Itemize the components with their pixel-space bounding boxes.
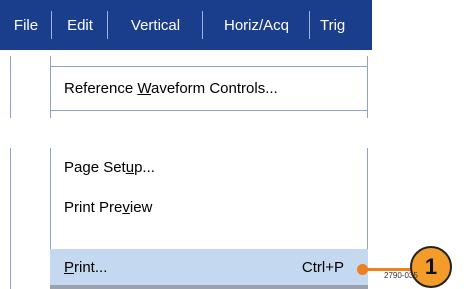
- menu-item-label: Reference Waveform Controls...: [64, 80, 278, 97]
- menu-item-label: Print...: [64, 258, 108, 276]
- menu-item-print[interactable]: Print... Ctrl+P: [50, 249, 368, 285]
- menu-item-next-partial: [50, 285, 368, 289]
- menu-file[interactable]: File: [0, 0, 52, 50]
- menu-vertical-label: Vertical: [130, 16, 181, 34]
- menu-horiz-acq-label: Horiz/Acq: [223, 16, 290, 34]
- menu-edit[interactable]: Edit: [52, 0, 108, 50]
- menu-item-label: Print Preview: [64, 198, 153, 216]
- menu-item-page-setup[interactable]: Page Setup...: [50, 148, 368, 186]
- menu-item-shortcut: Ctrl+P: [301, 258, 344, 276]
- menu-item-print-preview[interactable]: Print Preview: [50, 186, 368, 228]
- menu-item-label: Page Setup...: [64, 158, 155, 176]
- menu-horiz-acq[interactable]: Horiz/Acq: [203, 0, 310, 50]
- menu-border-left-bottom: [10, 148, 11, 289]
- callout-number-badge: 1: [410, 246, 452, 288]
- menu-trig[interactable]: Trig: [310, 0, 372, 50]
- menu-trig-label: Trig: [320, 16, 346, 34]
- menu-edit-label: Edit: [67, 16, 93, 34]
- menu-file-label: File: [13, 16, 39, 34]
- menu-bar: File Edit Vertical Horiz/Acq Trig: [0, 0, 372, 50]
- figure-id: 2790-035: [384, 271, 418, 280]
- menu-vertical[interactable]: Vertical: [108, 0, 203, 50]
- menu-item-reference-waveform-controls[interactable]: Reference Waveform Controls...: [50, 66, 368, 111]
- menu-border-left-top: [10, 56, 11, 118]
- callout-number: 1: [424, 254, 438, 279]
